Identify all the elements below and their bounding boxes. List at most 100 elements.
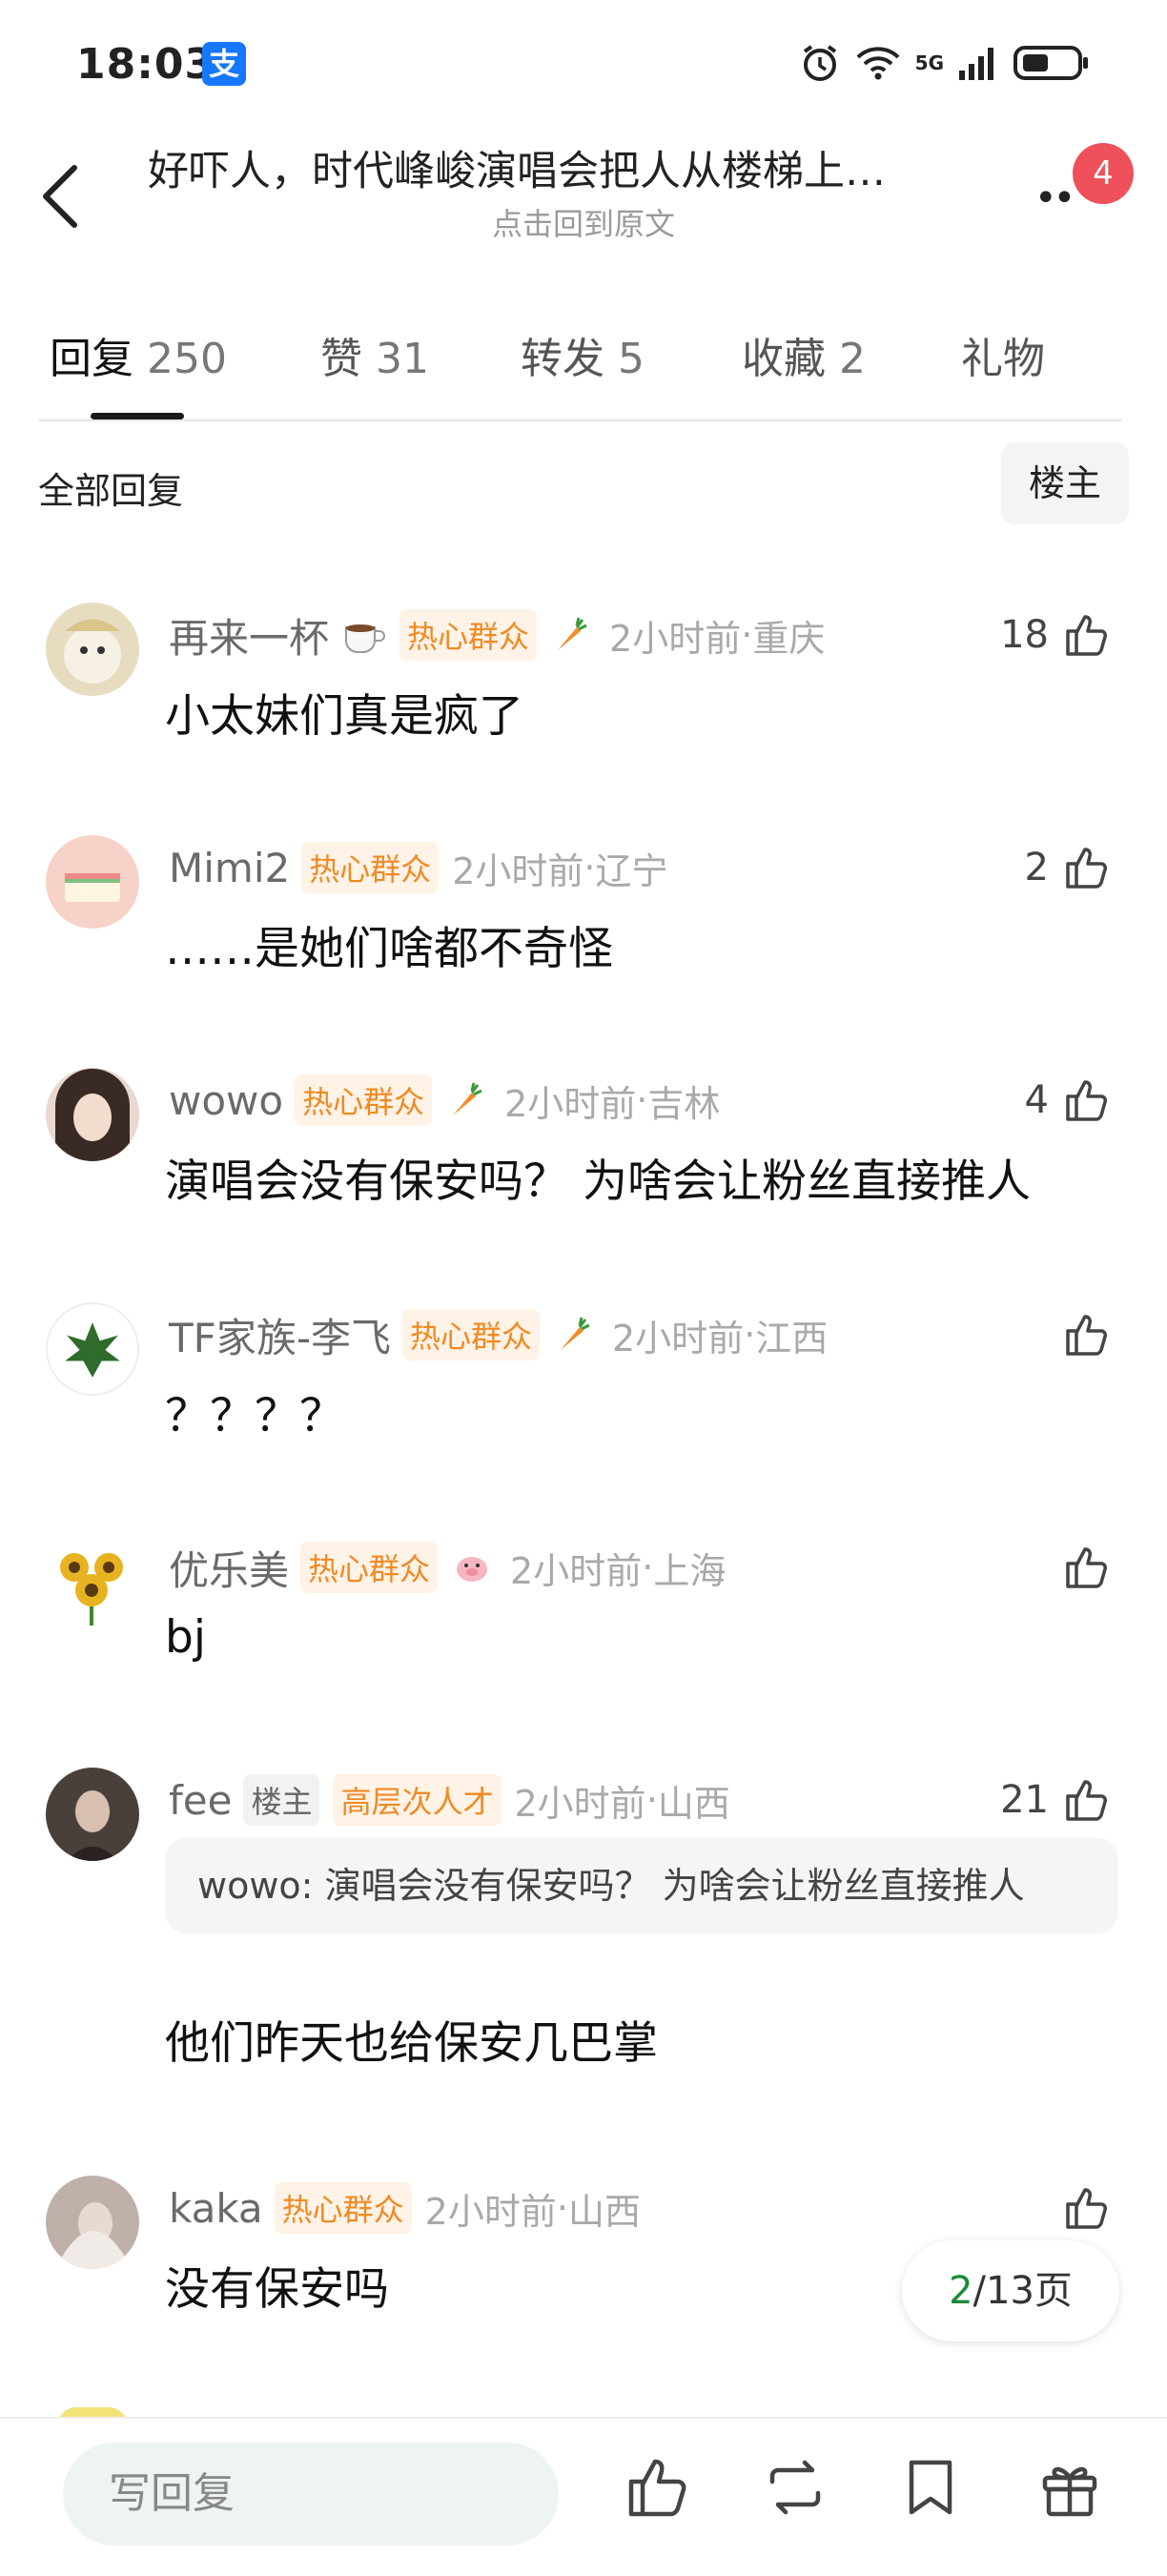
username[interactable]: kaka (169, 2185, 263, 2232)
thumb-up-icon[interactable] (1062, 2183, 1112, 2233)
tab-label: 礼物 (961, 335, 1045, 383)
thumb-up-icon[interactable] (1062, 1310, 1112, 1360)
coffee-icon (345, 624, 385, 653)
comment-location: 山西 (657, 1782, 730, 1825)
username[interactable]: TF家族-李飞 (169, 1306, 391, 1364)
back-to-original-link[interactable]: 点击回到原文 (0, 200, 1167, 244)
owner-only-button[interactable]: 楼主 (1001, 442, 1129, 524)
separator-dot: · (744, 1314, 756, 1356)
signal-icon (959, 48, 993, 80)
comment-text: 他们昨天也给保安几巴掌 (165, 2017, 658, 2070)
current-page: 2 (949, 2269, 973, 2313)
carrot-icon (561, 1317, 590, 1350)
top-nav: 好吓人，时代峰峻演唱会把人从楼梯上… 点击回到原文 •• 4 (0, 133, 1167, 267)
avatar[interactable] (46, 1768, 139, 1861)
tab-bar: 回复 250 赞 31 转发 5 收藏 2 礼物 (0, 315, 1167, 419)
user-badge: 热心群众 (401, 1309, 540, 1360)
separator-dot: · (556, 2187, 568, 2229)
like-count: 2 (1024, 846, 1049, 889)
divider (38, 419, 1122, 421)
comment-time: 2小时前 (609, 617, 742, 660)
username[interactable]: 再来一杯 (169, 606, 329, 664)
thumb-up-icon[interactable] (1062, 1543, 1112, 1592)
comment-location: 吉林 (647, 1082, 721, 1125)
active-tab-indicator (91, 413, 184, 419)
alarm-icon (803, 45, 836, 81)
quoted-reply[interactable]: wowo: 演唱会没有保安吗？ 为啥会让粉丝直接推人 (165, 1838, 1118, 1933)
separator-dot: · (741, 614, 753, 656)
comment-text: ……是她们啥都不奇怪 (165, 923, 613, 975)
like-control[interactable] (1062, 1306, 1112, 1363)
like-control[interactable]: 18 (1000, 606, 1112, 664)
like-control[interactable]: 4 (1025, 1072, 1112, 1129)
comment-location: 辽宁 (595, 849, 668, 892)
comment-location: 重庆 (752, 617, 826, 660)
status-icons: 5G (799, 42, 1091, 84)
like-control[interactable]: 21 (1000, 1771, 1112, 1829)
reply-input[interactable]: 写回复 (63, 2443, 559, 2545)
notification-badge[interactable]: 4 (1073, 143, 1134, 204)
tab-replies[interactable]: 回复 250 (50, 324, 227, 385)
tab-reposts[interactable]: 转发 5 (521, 324, 645, 385)
tab-favorites[interactable]: 收藏 2 (742, 324, 866, 385)
battery-icon (1013, 46, 1088, 80)
comment-time: 2小时前 (514, 1782, 646, 1825)
username[interactable]: fee (169, 1777, 232, 1824)
comment-text: 演唱会没有保安吗？ 为啥会让粉丝直接推人 (165, 1155, 1031, 1208)
tab-gifts[interactable]: 礼物 (961, 324, 1045, 385)
alipay-icon: 支 (202, 42, 246, 86)
avatar[interactable] (46, 835, 139, 929)
owner-tag: 楼主 (243, 1774, 320, 1826)
username[interactable]: Mimi2 (169, 845, 290, 891)
avatar[interactable] (46, 1535, 139, 1628)
user-badge: 热心群众 (274, 2182, 412, 2234)
thumb-up-icon[interactable] (1062, 843, 1112, 892)
comment-meta: 优乐美 热心群众 2小时前 · 上海 (169, 1539, 726, 1596)
separator-dot: · (636, 1079, 648, 1121)
comment-location: 江西 (755, 1317, 829, 1360)
comment-time: 2小时前 (452, 849, 584, 892)
thumb-up-icon[interactable] (1062, 1075, 1112, 1125)
like-icon[interactable] (624, 2453, 692, 2522)
carrot-icon (558, 617, 587, 650)
comment-time: 2小时前 (612, 1317, 745, 1360)
comment-location: 上海 (653, 1549, 727, 1592)
all-replies-filter[interactable]: 全部回复 (38, 461, 183, 514)
status-time: 18:03 (76, 40, 215, 89)
user-badge: 热心群众 (300, 1542, 439, 1593)
avatar[interactable] (46, 1068, 139, 1161)
tab-label: 转发 (521, 335, 604, 383)
comment-time: 2小时前 (510, 1549, 643, 1592)
username[interactable]: wowo (169, 1077, 283, 1124)
wifi-icon (856, 47, 900, 80)
status-bar: 18:03 支 5G (0, 0, 1167, 133)
avatar[interactable] (46, 2176, 139, 2269)
comment-meta: 再来一杯 热心群众 2小时前 · 重庆 (169, 606, 825, 664)
comment-text: bj (165, 1611, 206, 1664)
username[interactable]: 优乐美 (169, 1539, 289, 1597)
like-count: 4 (1024, 1078, 1049, 1122)
more-icon[interactable]: •• (1034, 176, 1075, 220)
post-title[interactable]: 好吓人，时代峰峻演唱会把人从楼梯上… (148, 133, 987, 210)
repost-icon[interactable] (761, 2453, 829, 2522)
like-control[interactable] (1062, 1539, 1112, 1596)
tab-count: 31 (376, 335, 429, 383)
thumb-up-icon[interactable] (1062, 1775, 1112, 1825)
gift-icon[interactable] (1035, 2453, 1104, 2522)
bookmark-icon[interactable] (896, 2453, 965, 2522)
tab-count: 250 (147, 335, 227, 383)
total-pages: /13页 (972, 2269, 1073, 2313)
user-badge: 高层次人才 (333, 1774, 502, 1826)
like-count: 18 (1000, 613, 1049, 657)
thumb-up-icon[interactable] (1062, 610, 1112, 660)
page-indicator[interactable]: 2/13页 (902, 2240, 1119, 2341)
like-control[interactable]: 2 (1025, 839, 1112, 896)
tab-count: 2 (839, 335, 866, 383)
like-count: 21 (1000, 1778, 1049, 1822)
comment-text: 没有保安吗 (165, 2263, 389, 2316)
like-control[interactable] (1062, 2179, 1112, 2237)
avatar[interactable] (46, 603, 139, 696)
network-type: 5G (914, 51, 944, 74)
tab-likes[interactable]: 赞 31 (320, 324, 429, 385)
avatar[interactable] (46, 1302, 139, 1396)
